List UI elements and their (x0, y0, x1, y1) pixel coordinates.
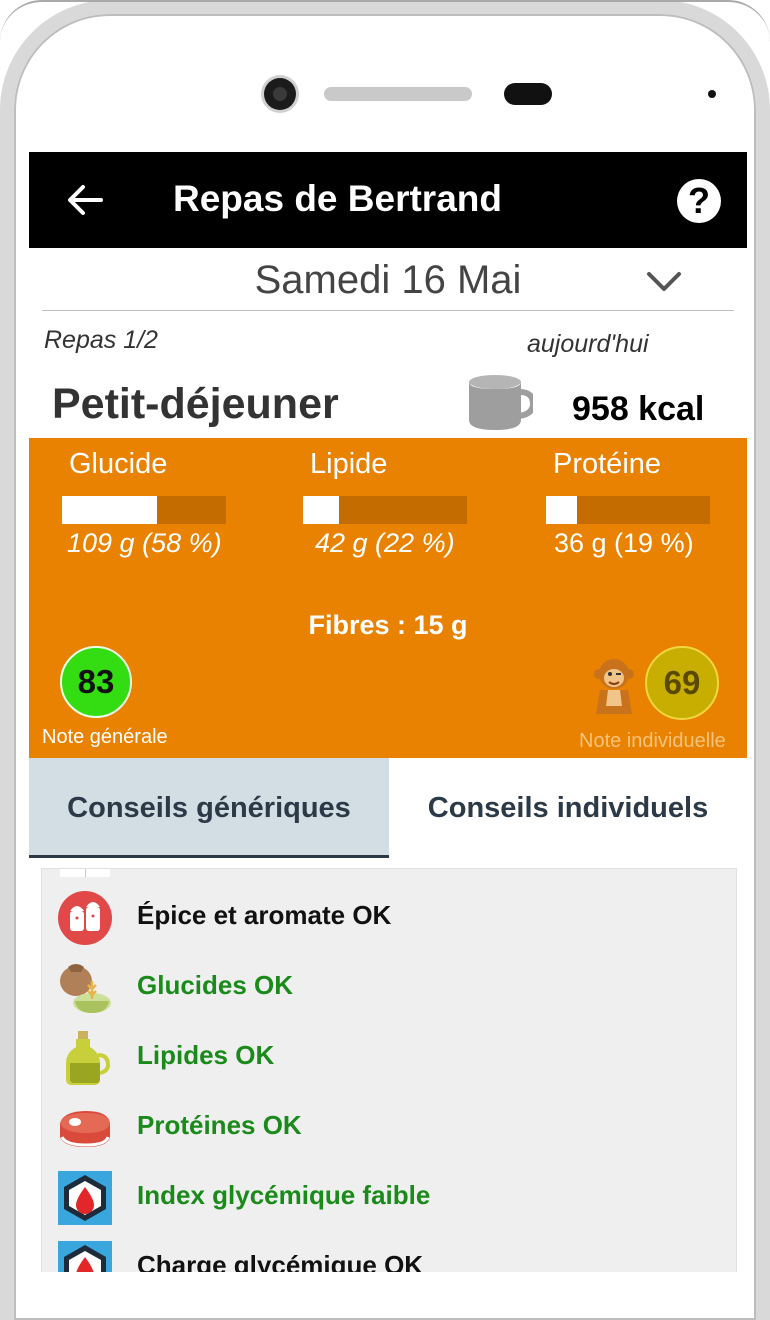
lipide-bar (303, 496, 467, 524)
chevron-down-icon[interactable] (646, 270, 682, 294)
date-selector[interactable]: Samedi 16 Mai (42, 248, 734, 311)
macro-value-proteine: 36 g (19 %) (554, 528, 694, 558)
back-arrow-icon[interactable] (65, 180, 105, 220)
glucide-bar (62, 496, 226, 524)
advice-text: Charge glycémique OK (137, 1250, 424, 1272)
page-title: Repas de Bertrand (173, 178, 502, 219)
tab-conseils-generiques[interactable]: Conseils génériques (29, 758, 389, 858)
carbs-sack-icon (60, 964, 111, 1013)
list-item[interactable]: Charge glycémique OK (42, 1233, 736, 1272)
advice-text: Glucides OK (137, 970, 294, 1000)
help-icon[interactable]: ? (677, 179, 721, 223)
meal-index: Repas 1/2 (44, 326, 158, 354)
general-score-label: Note générale (42, 726, 168, 748)
list-item[interactable]: Protéines OK (42, 1093, 736, 1163)
list-item[interactable]: Glucides OK (42, 953, 736, 1023)
steak-icon (60, 1111, 110, 1147)
individual-score-badge[interactable]: 69 (645, 646, 719, 720)
glycemic-load-icon (58, 1241, 112, 1272)
advice-text: Lipides OK (137, 1040, 275, 1070)
proteine-bar (546, 496, 710, 524)
macro-value-lipide: 42 g (22 %) (315, 528, 455, 558)
salt-pepper-icon (58, 891, 112, 945)
oil-bottle-icon (66, 1031, 111, 1085)
sensor-dot (708, 90, 716, 98)
macro-label-glucide: Glucide (69, 448, 168, 480)
lipide-bar-fill (303, 496, 340, 524)
advice-text: Épice et aromate OK (137, 900, 392, 930)
glucide-bar-fill (62, 496, 158, 524)
glycemic-index-icon (58, 1171, 112, 1225)
advice-list[interactable]: Épice et aromate OK Glucides OK Lipides … (41, 868, 737, 1272)
advice-text: Protéines OK (137, 1110, 302, 1140)
list-item[interactable]: Lipides OK (42, 1023, 736, 1093)
app-screen: Repas de Bertrand ? Samedi 16 Mai Repas … (29, 152, 747, 1272)
general-score-badge[interactable]: 83 (60, 646, 132, 718)
tab-conseils-individuels[interactable]: Conseils individuels (389, 758, 747, 858)
day-label: aujourd'hui (527, 330, 649, 358)
macro-label-lipide: Lipide (310, 448, 388, 480)
cup-icon (469, 375, 533, 430)
list-item[interactable]: Épice et aromate OK (42, 883, 736, 953)
calorie-total: 958 kcal (572, 390, 705, 428)
macro-value-glucide: 109 g (58 %) (67, 528, 222, 558)
advice-text: Index glycémique faible (137, 1180, 431, 1210)
advice-tabs: Conseils génériques Conseils individuels (29, 758, 747, 858)
speaker-grille (324, 87, 472, 101)
proximity-sensor (504, 83, 552, 105)
app-bar: Repas de Bertrand ? (29, 152, 747, 248)
date-label: Samedi 16 Mai (254, 258, 522, 302)
fibres-value: Fibres : 15 g (308, 610, 468, 640)
macro-label-proteine: Protéine (553, 448, 662, 480)
monkey-avatar-icon (594, 659, 634, 714)
meal-name: Petit-déjeuner (52, 380, 339, 428)
individual-score-label: Note individuelle (579, 730, 726, 752)
proteine-bar-fill (546, 496, 578, 524)
nutrition-panel: Glucide 109 g (58 %) Lipide 42 g (22 %) … (29, 438, 747, 758)
partial-row (60, 869, 110, 877)
camera (264, 78, 296, 110)
list-item[interactable]: Index glycémique faible (42, 1163, 736, 1233)
